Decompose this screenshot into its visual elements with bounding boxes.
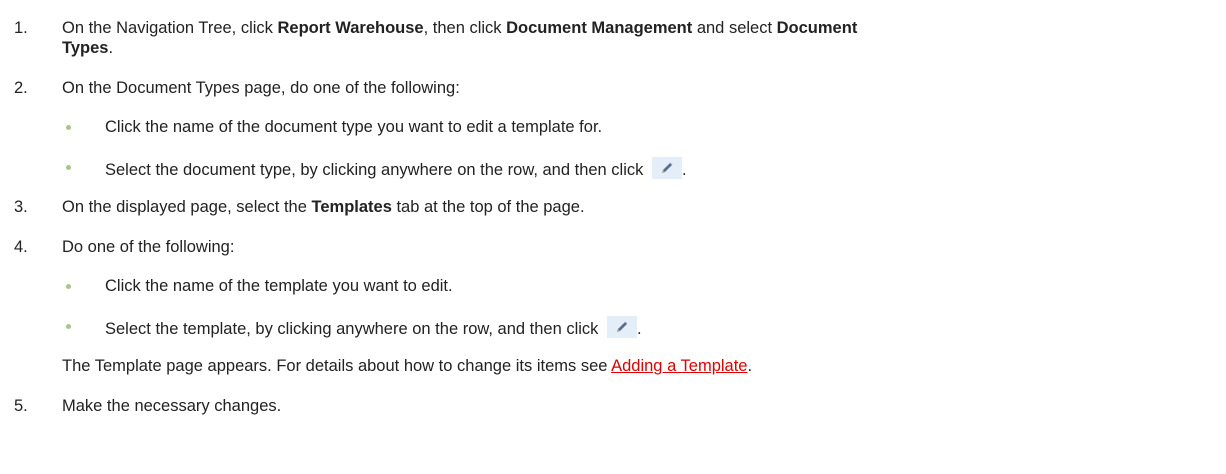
bold-term: Document Management bbox=[506, 19, 693, 37]
step-text: On the Document Types page, do one of th… bbox=[62, 79, 460, 97]
bullet-text: Click the name of the template you want … bbox=[105, 277, 453, 295]
step-number: 2. bbox=[14, 79, 28, 97]
bullet-text: Select the document type, by clicking an… bbox=[105, 161, 644, 179]
step-text: On the displayed page, select the bbox=[62, 198, 312, 216]
step-text: Do one of the following: bbox=[62, 238, 235, 256]
step-number: 5. bbox=[14, 397, 28, 415]
bold-term: Document bbox=[776, 19, 858, 37]
pencil-icon bbox=[607, 316, 638, 338]
bold-term: Report Warehouse bbox=[277, 19, 424, 37]
step-number: 1. bbox=[14, 19, 28, 37]
step-number: 3. bbox=[14, 198, 28, 216]
note-text: The Template page appears. For details a… bbox=[62, 357, 612, 375]
bold-term: Types bbox=[62, 39, 109, 57]
bullet-icon bbox=[66, 324, 71, 329]
step-number: 4. bbox=[14, 238, 28, 256]
bullet-text: Click the name of the document type you … bbox=[105, 118, 603, 136]
bullet-icon bbox=[66, 125, 71, 130]
bullet-text: Select the template, by clicking anywher… bbox=[105, 320, 599, 338]
adding-template-link[interactable]: Adding a Template bbox=[611, 357, 747, 375]
step-text: On the Navigation Tree, click bbox=[62, 19, 278, 37]
bullet-icon bbox=[66, 165, 71, 170]
pencil-icon bbox=[651, 157, 682, 179]
step-text: Make the necessary changes. bbox=[62, 397, 282, 415]
bold-term: Templates bbox=[311, 198, 392, 216]
bullet-icon bbox=[66, 284, 71, 289]
